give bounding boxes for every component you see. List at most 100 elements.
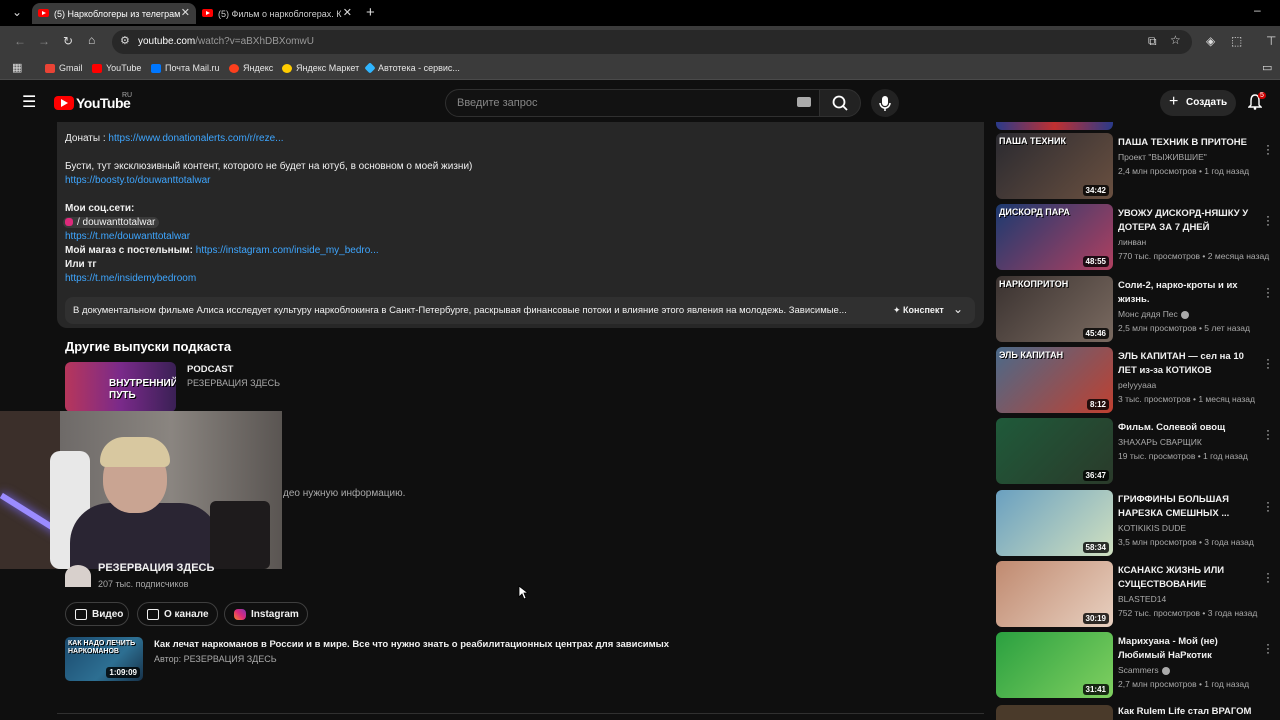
ai-summary-bar[interactable]: В документальном фильме Алиса исследует … — [65, 297, 975, 324]
podcast-thumbnail[interactable]: ВНУТРЕННИЙ ПУТЬ — [65, 362, 176, 412]
sidebar-last-title[interactable]: Как Rulem Life стал ВРАГОМ — [1118, 706, 1251, 717]
youtube-icon — [92, 63, 102, 73]
telegram-link[interactable]: https://t.me/douwanttotalwar — [65, 231, 190, 242]
bookmark-avtoteka[interactable]: Автотека - сервис... — [364, 62, 460, 74]
bookmark-yandex[interactable]: Яндекс — [229, 63, 273, 73]
recommendation-channel[interactable]: Scammers — [1118, 665, 1170, 675]
recommendation-item[interactable]: ПАША ТЕХНИК 34:42 ПАША ТЕХНИК В ПРИТОНЕ Про… — [996, 133, 1280, 199]
recommendation-thumbnail[interactable]: 58:34 — [996, 490, 1113, 556]
recommendation-item[interactable]: ДИСКОРД ПАРА 48:55 УВОЖУ ДИСКОРД-НЯШКУ У Д… — [996, 204, 1280, 270]
bookmark-youtube[interactable]: YouTube — [92, 63, 141, 73]
recommendation-channel[interactable]: линван — [1118, 237, 1146, 247]
recommendation-title[interactable]: УВОЖУ ДИСКОРД-НЯШКУ У ДОТЕРА ЗА 7 ДНЕЙ — [1118, 207, 1260, 235]
more-options-icon[interactable]: · · · — [1266, 139, 1270, 159]
recommendation-thumbnail[interactable]: 30:19 — [996, 561, 1113, 627]
voice-search-button[interactable] — [871, 89, 899, 117]
recommendation-title[interactable]: ГРИФФИНЫ БОЛЬШАЯ НАРЕЗКА СМЕШНЫХ ... — [1118, 493, 1260, 521]
recommendation-thumbnail[interactable]: ПАША ТЕХНИК 34:42 — [996, 133, 1113, 199]
recommendation-title[interactable]: ПАША ТЕХНИК В ПРИТОНЕ — [1118, 136, 1260, 150]
recommendation-item[interactable]: 36:47 Фильм. Солевой овощ ЗНАХАРЬ СВАРЩИК 1… — [996, 418, 1280, 484]
folder-icon[interactable]: ▭ — [1262, 61, 1272, 74]
chevron-down-icon[interactable]: ⌄ — [953, 302, 963, 316]
url-bar[interactable]: ⚙ youtube.com/watch?v=aBXhDBXomwU ⧉ ☆ — [112, 30, 1192, 54]
channel-video-thumbnail[interactable]: КАК НАДО ЛЕЧИТЬ НАРКОМАНОВ 1:09:09 — [65, 637, 143, 681]
podcast-title[interactable]: PODCAST — [187, 364, 233, 375]
recommendation-thumbnail[interactable]: 31:41 — [996, 632, 1113, 698]
recommendation-item[interactable]: 30:19 КСАНАКС ЖИЗНЬ ИЛИ СУЩЕСТВОВАНИЕ BLAS… — [996, 561, 1280, 627]
address-toolbar: ← → ↻ ⌂ ⚙ youtube.com/watch?v=aBXhDBXomw… — [0, 26, 1280, 58]
recommendation-channel[interactable]: Проект "ВЫЖИВШИЕ" — [1118, 152, 1207, 162]
reload-icon[interactable]: ↻ — [63, 34, 73, 48]
recommendation-title[interactable]: КСАНАКС ЖИЗНЬ ИЛИ СУЩЕСТВОВАНИЕ — [1118, 564, 1260, 592]
sidebar-partial-thumbnail-bottom[interactable] — [996, 705, 1113, 720]
bookmark-star-icon[interactable]: ☆ — [1170, 33, 1181, 47]
recommendation-title[interactable]: Соли-2, нарко-кроты и их жизнь. — [1118, 279, 1260, 307]
new-tab-icon[interactable]: + — [366, 4, 375, 21]
recommendation-title[interactable]: Фильм. Солевой овощ — [1118, 421, 1260, 435]
telegram-link-2[interactable]: https://t.me/insidemybedroom — [65, 273, 196, 284]
close-tab-icon[interactable]: ✕ — [181, 6, 190, 19]
more-options-icon[interactable]: · · · — [1266, 424, 1270, 444]
recommendation-meta: 2,5 млн просмотров • 5 лет назад — [1118, 323, 1250, 333]
recommendation-item[interactable]: 31:41 Марихуана - Мой (не) Любимый НаРкот… — [996, 632, 1280, 698]
search-input[interactable]: Введите запрос — [445, 89, 820, 117]
create-button[interactable]: Создать — [1160, 90, 1236, 116]
recommendation-channel[interactable]: BLASTED14 — [1118, 594, 1166, 604]
recommendation-thumbnail[interactable]: ЭЛЬ КАПИТАН 8:12 — [996, 347, 1113, 413]
forward-icon[interactable]: → — [38, 34, 50, 48]
channel-videos-button[interactable]: Видео — [65, 602, 129, 626]
channel-name: BLASTED14 — [1118, 594, 1167, 604]
recommendation-channel[interactable]: ЗНАХАРЬ СВАРЩИК — [1118, 437, 1202, 447]
profile-icon[interactable]: ⊤ — [1266, 34, 1276, 48]
channel-instagram-button[interactable]: Instagram — [224, 602, 308, 626]
more-options-icon[interactable]: · · · — [1266, 496, 1270, 516]
instagram-chip[interactable]: / douwanttotalwar — [63, 217, 160, 228]
menu-hamburger-icon[interactable]: ☰ — [22, 92, 36, 112]
bookmark-gmail[interactable]: Gmail — [45, 63, 83, 73]
site-info-icon[interactable]: ⚙ — [120, 34, 130, 47]
channel-avatar[interactable] — [65, 565, 91, 587]
back-icon[interactable]: ← — [14, 34, 26, 48]
more-options-icon[interactable]: · · · — [1266, 210, 1270, 230]
more-options-icon[interactable]: · · · — [1266, 638, 1270, 658]
minimize-icon[interactable]: – — [1254, 3, 1261, 17]
donate-link[interactable]: https://www.donationalerts.com/r/reze... — [108, 133, 283, 144]
boosty-link[interactable]: https://boosty.to/douwanttotalwar — [65, 175, 210, 186]
search-button[interactable] — [819, 89, 861, 117]
recommendation-item[interactable]: 58:34 ГРИФФИНЫ БОЛЬШАЯ НАРЕЗКА СМЕШНЫХ ..… — [996, 490, 1280, 556]
recommendation-item[interactable]: ЭЛЬ КАПИТАН 8:12 ЭЛЬ КАПИТАН — сел на 10 Л… — [996, 347, 1280, 413]
tab-list-icon[interactable]: ⌄ — [12, 5, 22, 19]
recommendation-channel[interactable]: pelyyyaaa — [1118, 380, 1156, 390]
channel-name[interactable]: РЕЗЕРВАЦИЯ ЗДЕСЬ — [98, 562, 214, 574]
recommendation-thumbnail[interactable]: НАРКОПРИТОН 45:46 — [996, 276, 1113, 342]
keyboard-icon[interactable] — [797, 97, 811, 107]
recommendation-title[interactable]: ЭЛЬ КАПИТАН — сел на 10 ЛЕТ из-за КОТИКО… — [1118, 350, 1260, 378]
more-options-icon[interactable]: · · · — [1266, 567, 1270, 587]
recommendation-channel[interactable]: KOTIKIKIS DUDE — [1118, 523, 1186, 533]
channel-about-button[interactable]: О канале — [137, 602, 218, 626]
close-tab-icon[interactable]: ✕ — [343, 6, 352, 19]
recommendation-item[interactable]: НАРКОПРИТОН 45:46 Соли-2, нарко-кроты и их… — [996, 276, 1280, 342]
apps-grid-icon[interactable]: ▦ — [12, 61, 22, 74]
bookmark-mailru[interactable]: Почта Mail.ru — [151, 63, 220, 73]
channel-video-title[interactable]: Как лечат наркоманов в России и в мире. … — [154, 639, 669, 650]
konspekt-button[interactable]: ✦ Конспект — [893, 305, 944, 316]
home-icon[interactable]: ⌂ — [88, 33, 95, 47]
partially-covered-text: део нужную информацию. — [283, 488, 406, 499]
extensions-puzzle-icon[interactable]: ⬚ — [1231, 34, 1242, 48]
recommendation-thumbnail[interactable]: 36:47 — [996, 418, 1113, 484]
more-options-icon[interactable]: · · · — [1266, 282, 1270, 302]
browser-tab-1[interactable]: (5) Наркоблогеры из телеграм ✕ — [32, 3, 196, 24]
bookmark-yandex-market[interactable]: Яндекс Маркет — [282, 63, 359, 73]
youtube-logo[interactable]: YouTube RU — [54, 92, 132, 111]
extension-icon[interactable]: ◈ — [1206, 34, 1215, 48]
shop-link[interactable]: https://instagram.com/inside_my_bedro... — [196, 245, 379, 256]
sidebar-partial-thumbnail[interactable] — [996, 122, 1113, 130]
install-app-icon[interactable]: ⧉ — [1148, 34, 1157, 49]
recommendation-title[interactable]: Марихуана - Мой (не) Любимый НаРкотик — [1118, 635, 1260, 663]
recommendation-thumbnail[interactable]: ДИСКОРД ПАРА 48:55 — [996, 204, 1113, 270]
more-options-icon[interactable]: · · · — [1266, 353, 1270, 373]
browser-tab-2[interactable]: (5) Фильм о наркоблогерах. К ✕ — [196, 3, 358, 24]
instagram-icon — [65, 218, 73, 227]
recommendation-channel[interactable]: Монс дядя Пес — [1118, 309, 1189, 319]
